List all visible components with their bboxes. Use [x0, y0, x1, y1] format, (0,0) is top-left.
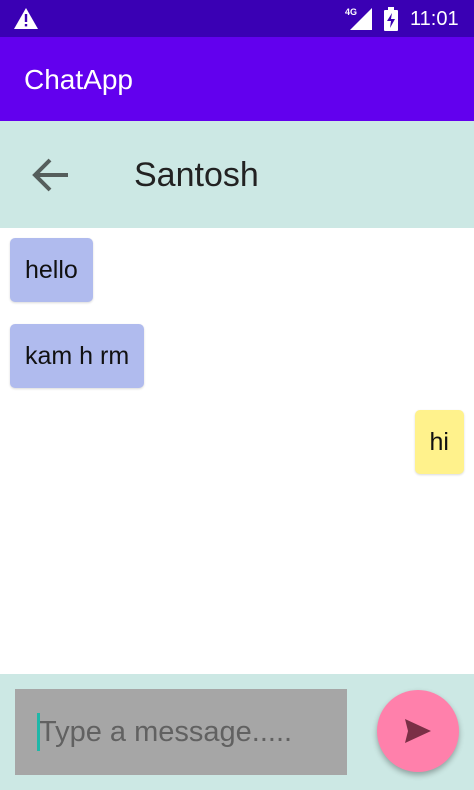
arrow-left-icon — [32, 158, 68, 192]
send-icon — [405, 719, 431, 743]
composer — [0, 674, 474, 790]
app-title: ChatApp — [24, 64, 133, 95]
app-bar: ChatApp — [0, 37, 474, 121]
status-bar: 4G 11:01 — [0, 0, 474, 37]
message-bubble-received: hello — [10, 238, 93, 302]
message-bubble-received: kam h rm — [10, 324, 145, 388]
message-input[interactable] — [15, 689, 347, 775]
warning-icon — [14, 8, 38, 29]
text-cursor — [37, 713, 40, 751]
signal-icon — [350, 8, 372, 30]
message-bubble-sent: hi — [414, 410, 464, 474]
message-list[interactable]: hello kam h rm hi — [0, 228, 474, 674]
status-time: 11:01 — [410, 8, 459, 30]
contact-name: Santosh — [134, 156, 259, 194]
chat-header: Santosh — [0, 121, 474, 228]
back-button[interactable] — [28, 153, 76, 197]
battery-charging-icon — [384, 7, 398, 31]
send-button[interactable] — [377, 690, 459, 772]
